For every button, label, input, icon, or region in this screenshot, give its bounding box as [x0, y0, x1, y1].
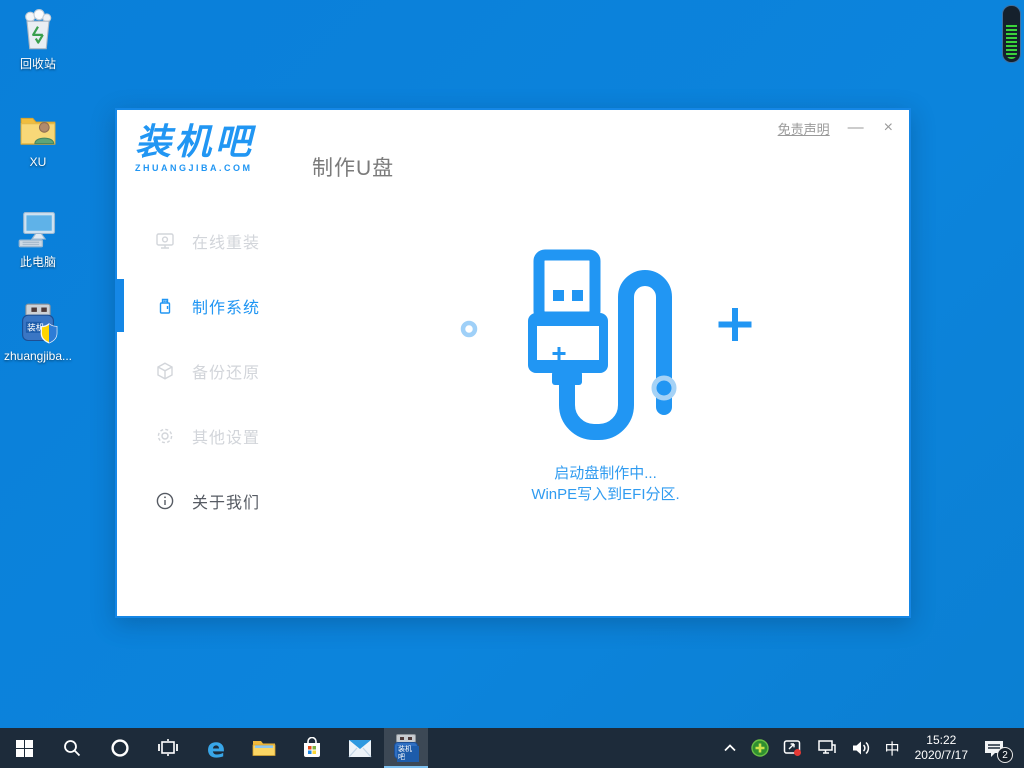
sidebar-item-other-settings[interactable]: 其他设置 [117, 403, 302, 468]
edge-icon: e [207, 733, 225, 764]
tray-chevron-button[interactable] [716, 728, 744, 768]
sidebar-item-label: 制作系统 [192, 294, 260, 318]
sidebar-item-backup-restore[interactable]: 备份还原 [117, 338, 302, 403]
usb-connector [539, 255, 595, 317]
zhuangjiba-taskbar-icon: 装机吧 [393, 733, 419, 761]
screen-capture-icon [783, 738, 803, 758]
status-line-1: 启动盘制作中... [531, 463, 679, 484]
window-header: 装机吧 ZHUANGJIBA.COM 制作U盘 免责声明 — × [117, 110, 909, 198]
sidebar-item-about-us[interactable]: 关于我们 [117, 468, 302, 533]
network-ethernet-icon [817, 739, 837, 757]
sidebar-item-label: 其他设置 [192, 424, 260, 448]
input-method-indicator[interactable]: 中 [878, 728, 907, 768]
microsoft-store-button[interactable] [288, 728, 336, 768]
windows-logo-icon [16, 740, 33, 757]
desktop-icon-label: 此电脑 [20, 253, 56, 270]
user-folder-icon [16, 108, 60, 152]
search-icon [62, 738, 82, 758]
action-center-button[interactable]: 2 [976, 728, 1019, 768]
plus-decoration [718, 308, 751, 341]
chevron-up-icon [723, 743, 737, 753]
desktop-icon-zhuangjiba[interactable]: 装机 zhuangjiba... [0, 302, 80, 363]
desktop-icon-recycle-bin[interactable]: 回收站 [0, 8, 80, 72]
taskbar-app-zhuangjiba[interactable]: 装机吧 [384, 728, 428, 768]
cortana-button[interactable] [96, 728, 144, 768]
edge-button[interactable]: e [192, 728, 240, 768]
recycle-bin-icon [16, 8, 60, 52]
sidebar-item-label: 备份还原 [192, 359, 260, 383]
usb-making-illustration [446, 237, 766, 457]
close-button[interactable]: × [882, 118, 895, 138]
search-button[interactable] [48, 728, 96, 768]
volume-icon [851, 739, 871, 757]
desktop-icon-label: zhuangjiba... [4, 349, 72, 363]
app-logo: 装机吧 ZHUANGJIBA.COM [135, 124, 255, 173]
sidebar-item-label: 在线重装 [192, 229, 260, 253]
main-content: 启动盘制作中... WinPE写入到EFI分区. [302, 198, 909, 616]
clock-time: 15:22 [915, 733, 968, 748]
disclaimer-link[interactable]: 免责声明 [778, 119, 830, 138]
mail-button[interactable] [336, 728, 384, 768]
cortana-icon [110, 738, 130, 758]
dot-decoration [463, 323, 475, 335]
sidebar-item-label: 关于我们 [192, 489, 260, 513]
tray-antivirus-button[interactable] [744, 728, 776, 768]
monitor-reinstall-icon [155, 231, 175, 251]
progress-gauge-fill [1006, 24, 1017, 59]
notification-badge: 2 [997, 747, 1013, 763]
desktop-icon-label: XU [30, 155, 47, 169]
backup-box-icon [155, 361, 175, 381]
this-pc-icon [16, 206, 60, 250]
logo-subtext: ZHUANGJIBA.COM [135, 164, 255, 173]
logo-text: 装机吧 [135, 124, 255, 160]
file-explorer-icon [252, 738, 276, 758]
start-button[interactable] [0, 728, 48, 768]
sidebar: 在线重装 制作系统 备份还原 [117, 198, 302, 616]
store-icon [301, 737, 323, 759]
mail-icon [348, 739, 372, 758]
settings-gear-icon [155, 426, 175, 446]
desktop-icon-label: 回收站 [20, 55, 56, 72]
task-view-icon [158, 738, 178, 758]
tray-volume-button[interactable] [844, 728, 878, 768]
info-icon [155, 491, 175, 511]
zhuangjiba-window: 装机吧 ZHUANGJIBA.COM 制作U盘 免责声明 — × 在线重装 [115, 108, 911, 618]
desktop-icon-this-pc[interactable]: 此电脑 [0, 206, 80, 270]
file-explorer-button[interactable] [240, 728, 288, 768]
zhuangjiba-usb-icon: 装机 [16, 302, 60, 346]
taskbar: e [0, 728, 1024, 768]
task-view-button[interactable] [144, 728, 192, 768]
progress-gauge [1002, 5, 1021, 63]
desktop-icon-user-folder[interactable]: XU [0, 108, 80, 169]
taskbar-clock[interactable]: 15:22 2020/7/17 [907, 733, 976, 763]
sidebar-item-make-system[interactable]: 制作系统 [117, 273, 302, 338]
status-line-2: WinPE写入到EFI分区. [531, 484, 679, 505]
clock-date: 2020/7/17 [915, 748, 968, 763]
usb-stick-icon [155, 296, 175, 316]
tray-network-button[interactable] [810, 728, 844, 768]
zhuangjiba-taskbar-icon-label: 装机吧 [397, 746, 419, 762]
tray-screen-capture-button[interactable] [776, 728, 810, 768]
page-title: 制作U盘 [312, 152, 394, 182]
antivirus-shield-icon [751, 739, 769, 757]
minimize-button[interactable]: — [846, 118, 866, 138]
sidebar-item-online-reinstall[interactable]: 在线重装 [117, 208, 302, 273]
